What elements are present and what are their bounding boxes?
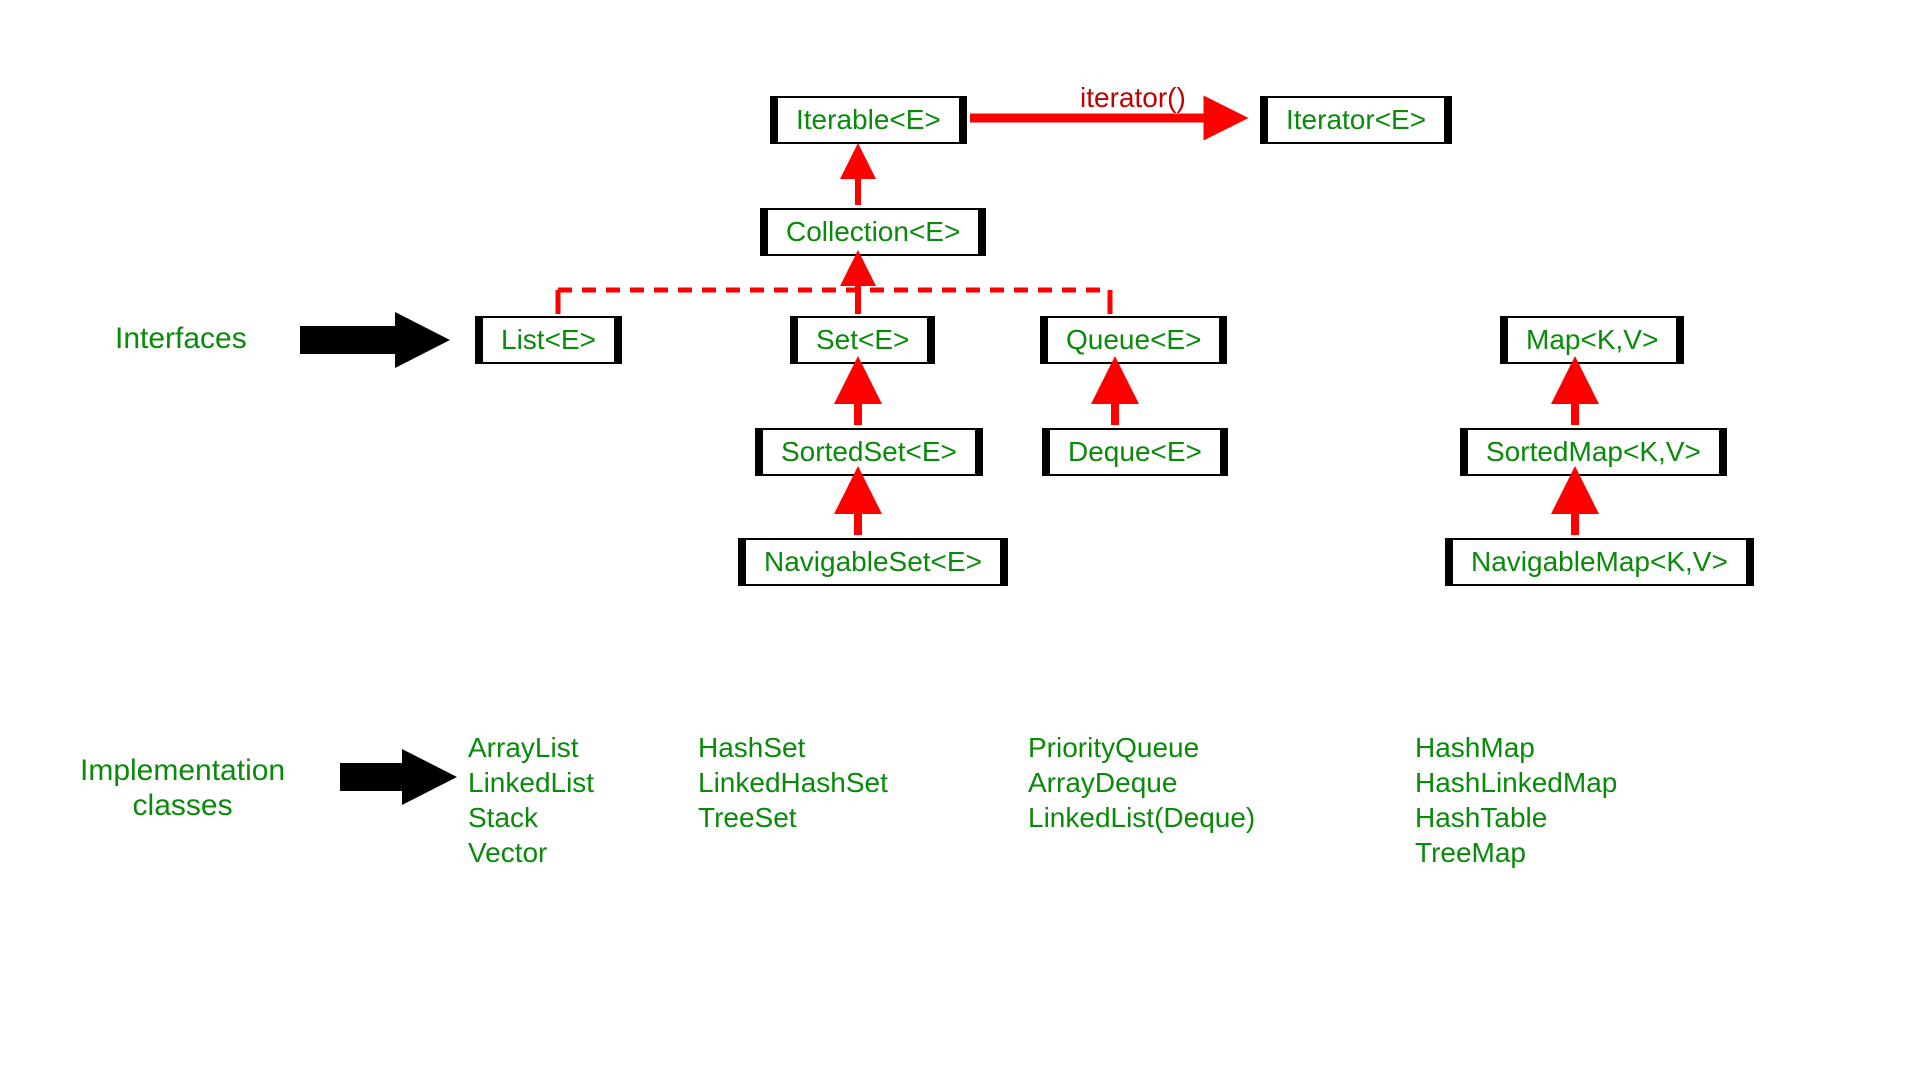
box-set: Set<E> bbox=[790, 316, 935, 364]
box-iterator: Iterator<E> bbox=[1260, 96, 1452, 144]
impl-class-item: LinkedHashSet bbox=[698, 765, 888, 800]
box-collection: Collection<E> bbox=[760, 208, 986, 256]
impl-class-item: LinkedList bbox=[468, 765, 594, 800]
impl-class-item: HashMap bbox=[1415, 730, 1617, 765]
impl-list-queue: PriorityQueueArrayDequeLinkedList(Deque) bbox=[1028, 730, 1255, 835]
box-sortedset: SortedSet<E> bbox=[755, 428, 983, 476]
impl-class-item: ArrayList bbox=[468, 730, 594, 765]
label-iterator-method: iterator() bbox=[1080, 82, 1186, 114]
label-interfaces: Interfaces bbox=[115, 322, 247, 356]
box-navigablemap: NavigableMap<K,V> bbox=[1445, 538, 1754, 586]
impl-label-line2: classes bbox=[133, 789, 233, 822]
box-iterable: Iterable<E> bbox=[770, 96, 967, 144]
black-arrow-implementation-icon bbox=[340, 749, 457, 805]
impl-list-set: HashSetLinkedHashSetTreeSet bbox=[698, 730, 888, 835]
box-queue: Queue<E> bbox=[1040, 316, 1227, 364]
impl-class-item: ArrayDeque bbox=[1028, 765, 1255, 800]
label-implementation-classes: Implementation classes bbox=[80, 754, 285, 823]
impl-class-item: PriorityQueue bbox=[1028, 730, 1255, 765]
impl-class-item: HashTable bbox=[1415, 800, 1617, 835]
impl-class-item: TreeSet bbox=[698, 800, 888, 835]
box-map: Map<K,V> bbox=[1500, 316, 1684, 364]
impl-class-item: Stack bbox=[468, 800, 594, 835]
box-sortedmap: SortedMap<K,V> bbox=[1460, 428, 1727, 476]
impl-class-item: HashSet bbox=[698, 730, 888, 765]
impl-list-list: ArrayListLinkedListStackVector bbox=[468, 730, 594, 870]
impl-class-item: Vector bbox=[468, 835, 594, 870]
black-arrow-interfaces-icon bbox=[300, 312, 450, 368]
box-list: List<E> bbox=[475, 316, 622, 364]
impl-class-item: LinkedList(Deque) bbox=[1028, 800, 1255, 835]
impl-class-item: HashLinkedMap bbox=[1415, 765, 1617, 800]
box-navigableset: NavigableSet<E> bbox=[738, 538, 1008, 586]
impl-label-line1: Implementation bbox=[80, 754, 285, 787]
impl-list-map: HashMapHashLinkedMapHashTableTreeMap bbox=[1415, 730, 1617, 870]
impl-class-item: TreeMap bbox=[1415, 835, 1617, 870]
box-deque: Deque<E> bbox=[1042, 428, 1228, 476]
